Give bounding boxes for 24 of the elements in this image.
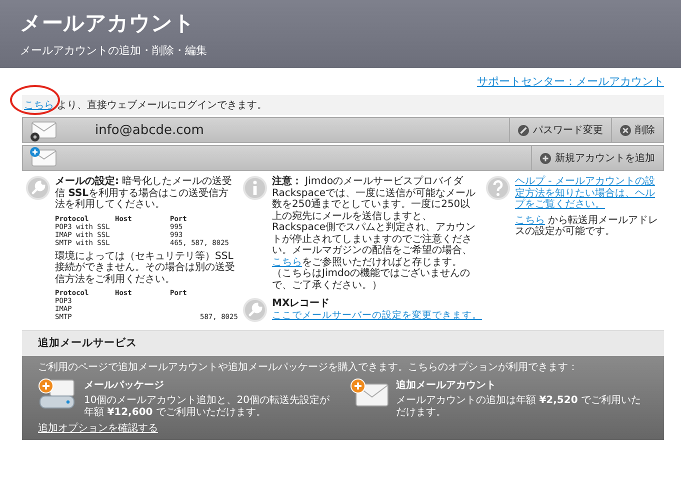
new-account-button[interactable]: 新規アカウントを追加 <box>531 146 663 170</box>
mx-title: MXレコード <box>272 298 331 310</box>
mx-settings-link[interactable]: ここでメールサーバーの設定を変更できます。 <box>272 310 482 320</box>
notice-link[interactable]: こちら <box>272 256 302 268</box>
mail-settings-text: メールの設定: 暗号化したメールの送受信 SSLを利用する場合はこの送受信方法を利用してください。 <box>55 176 234 210</box>
forward-note: こちら から転送用メールアドレスの設定が可能です。 <box>515 214 660 238</box>
support-link[interactable]: サポートセンター：メールアカウント <box>477 75 664 88</box>
delete-button[interactable]: 削除 <box>611 118 663 142</box>
services-title: 追加メールサービス <box>22 330 664 356</box>
page-subtitle: メールアカウントの追加・削除・編集 <box>20 43 208 58</box>
service-description: メールアカウントの追加は年額 ¥2,520 でご利用いただけます。 <box>396 394 642 419</box>
webmail-link[interactable]: こちら <box>24 100 54 111</box>
service-title: 追加メールアカウント <box>396 380 497 392</box>
forward-link[interactable]: こちら <box>515 214 545 226</box>
service-title: メールパッケージ <box>84 380 165 392</box>
options-link[interactable]: 追加オプションを確認する <box>38 422 158 434</box>
notice-text: 注意： Jimdoのメールサービスプロバイダ Rackspaceでは、一度に送信が可能なメール数を250通までとしています。一度に250以上の宛先にメールを送信しますと、Rackspace側でスパムと判定され、アカウントが停止されてしまいますのでご注意ください。メールマガジンの配信をご希望の場合、 こちら をご参照いただければと存じます。（こちらはJimdoの機能ではございませんので、ご了承ください。） <box>272 176 476 291</box>
account-email: info@abcde.com <box>94 122 205 140</box>
page-title: メールアカウント <box>20 10 196 37</box>
service-description: 10個のメールアカウント追加と、20個の転送先設定が年額 ¥12,600 でご利用いただけます。 <box>84 394 330 419</box>
ssl-note: 環境によっては（セキュリテリ等）SSL接続ができません。その場合は別の送受信方法をご利用ください。 <box>55 250 236 285</box>
services-intro: ご利用のページで追加メールアカウントや追加メールパッケージを購入できます。こちらのオプションが利用できます： <box>38 362 579 374</box>
password-button[interactable]: パスワード変更 <box>509 118 611 142</box>
help-link[interactable]: ヘルプ - メールアカウントの設定方法を知りたい場合は、ヘルプをご覧ください。 <box>515 176 664 210</box>
